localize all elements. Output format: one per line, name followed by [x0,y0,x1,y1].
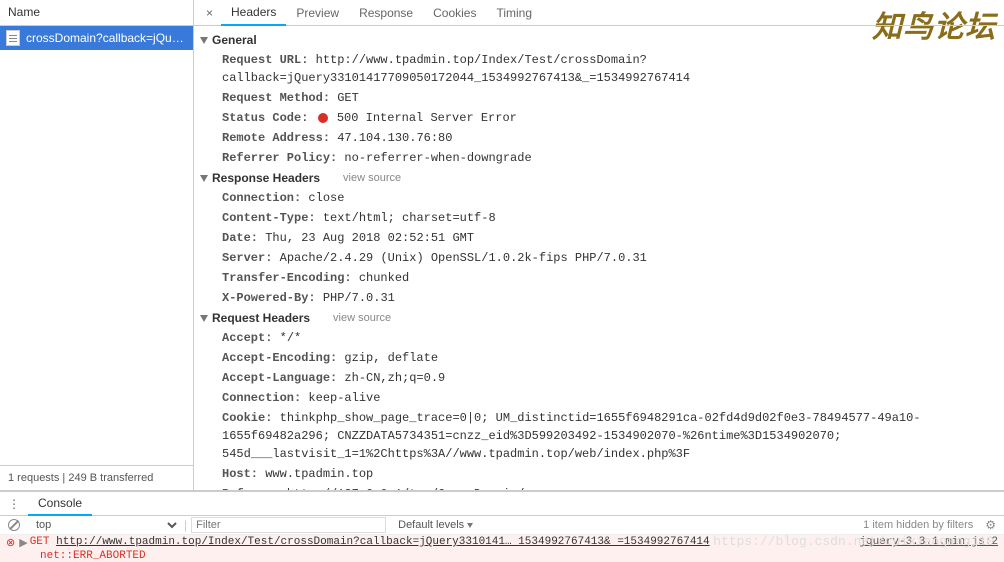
request-name: crossDomain?callback=jQuery... [26,31,187,45]
request-row[interactable]: crossDomain?callback=jQuery... [0,26,193,50]
header-value: 500 Internal Server Error [337,111,517,125]
request-list: crossDomain?callback=jQuery... [0,26,193,465]
header-value: keep-alive [308,391,380,405]
header-value: GET [337,91,359,105]
error-icon: ⊗ [6,536,15,550]
tab-cookies[interactable]: Cookies [423,1,486,25]
triangle-down-icon [200,315,208,322]
file-icon [6,30,20,46]
context-select[interactable]: top [30,516,180,534]
header-value: PHP/7.0.31 [323,291,395,305]
triangle-down-icon [200,175,208,182]
header-row: Content-Type: text/html; charset=utf-8 [194,208,1004,228]
header-value: 47.104.130.76:80 [337,131,452,145]
error-detail: net::ERR_ABORTED [0,550,1004,562]
tab-timing[interactable]: Timing [486,1,542,25]
header-value: Thu, 23 Aug 2018 02:52:51 GMT [265,231,474,245]
headers-content[interactable]: GeneralRequest URL: http://www.tpadmin.t… [194,26,1004,490]
header-row: X-Powered-By: PHP/7.0.31 [194,288,1004,308]
header-key: Referer: [222,487,280,490]
header-value: www.tpadmin.top [265,467,373,481]
status-dot-icon [318,113,328,123]
header-row: Request Method: GET [194,88,1004,108]
tab-console[interactable]: Console [28,492,92,516]
tabs-bar: × Headers Preview Response Cookies Timin… [194,0,1004,26]
tab-response[interactable]: Response [349,1,423,25]
header-row: Request URL: http://www.tpadmin.top/Inde… [194,50,1004,88]
header-key: Transfer-Encoding: [222,271,352,285]
header-row: Transfer-Encoding: chunked [194,268,1004,288]
header-key: Accept-Language: [222,371,337,385]
view-source-link[interactable]: view source [333,312,391,324]
details-panel: × Headers Preview Response Cookies Timin… [194,0,1004,490]
tab-headers[interactable]: Headers [221,0,286,26]
header-value: chunked [359,271,409,285]
header-key: Accept: [222,331,272,345]
header-key: Connection: [222,191,301,205]
expand-icon[interactable]: ▶ [19,536,27,550]
header-key: Date: [222,231,258,245]
triangle-down-icon [200,37,208,44]
section-title[interactable]: Request Headersview source [194,308,1004,328]
header-key: Referrer Policy: [222,151,337,165]
header-row: Host: www.tpadmin.top [194,464,1004,484]
console-toolbar: top | Default levels 1 item hidden by fi… [0,516,1004,535]
header-row: Connection: close [194,188,1004,208]
header-row: Server: Apache/2.4.29 (Unix) OpenSSL/1.0… [194,248,1004,268]
header-value: thinkphp_show_page_trace=0|0; UM_distinc… [222,411,921,461]
header-value: */* [280,331,302,345]
header-value: http://127.0.0.1/tmp/CrossDomain/ [287,487,525,490]
header-value: no-referrer-when-downgrade [344,151,531,165]
console-tabs: ⋮ Console [0,492,1004,516]
hidden-items[interactable]: 1 item hidden by filters [863,519,973,531]
header-row: Referer: http://127.0.0.1/tmp/CrossDomai… [194,484,1004,490]
header-row: Referrer Policy: no-referrer-when-downgr… [194,148,1004,168]
header-key: Server: [222,251,272,265]
gear-icon[interactable] [985,518,1002,532]
header-key: Cookie: [222,411,272,425]
header-row: Accept: */* [194,328,1004,348]
header-row: Accept-Encoding: gzip, deflate [194,348,1004,368]
watermark-url: https://blog.csdn.net/cuixiaogang110 [713,534,994,549]
status-bar: 1 requests | 249 B transferred [0,465,193,490]
header-key: Request Method: [222,91,330,105]
filter-input[interactable] [191,517,386,533]
log-levels-select[interactable]: Default levels [398,519,473,531]
header-row: Status Code: 500 Internal Server Error [194,108,1004,128]
view-source-link[interactable]: view source [343,172,401,184]
header-value: text/html; charset=utf-8 [323,211,496,225]
header-key: Connection: [222,391,301,405]
section-title[interactable]: Response Headersview source [194,168,1004,188]
chevron-down-icon [467,523,473,528]
main-split: Name crossDomain?callback=jQuery... 1 re… [0,0,1004,491]
request-list-panel: Name crossDomain?callback=jQuery... 1 re… [0,0,194,490]
header-value: zh-CN,zh;q=0.9 [344,371,445,385]
header-key: Request URL: [222,53,308,67]
section-title[interactable]: General [194,30,1004,50]
header-key: Host: [222,467,258,481]
drawer-menu-icon[interactable]: ⋮ [0,497,28,511]
name-column-header[interactable]: Name [0,0,193,26]
header-row: Connection: keep-alive [194,388,1004,408]
header-value: close [308,191,344,205]
clear-console-icon[interactable] [8,519,20,531]
header-key: Accept-Encoding: [222,351,337,365]
header-key: Status Code: [222,111,308,125]
tab-preview[interactable]: Preview [286,1,349,25]
header-key: Content-Type: [222,211,316,225]
header-value: gzip, deflate [344,351,438,365]
header-row: Accept-Language: zh-CN,zh;q=0.9 [194,368,1004,388]
header-row: Date: Thu, 23 Aug 2018 02:52:51 GMT [194,228,1004,248]
header-value: Apache/2.4.29 (Unix) OpenSSL/1.0.2k-fips… [280,251,647,265]
header-key: Remote Address: [222,131,330,145]
header-row: Cookie: thinkphp_show_page_trace=0|0; UM… [194,408,1004,464]
header-key: X-Powered-By: [222,291,316,305]
close-icon[interactable]: × [198,6,221,20]
header-row: Remote Address: 47.104.130.76:80 [194,128,1004,148]
